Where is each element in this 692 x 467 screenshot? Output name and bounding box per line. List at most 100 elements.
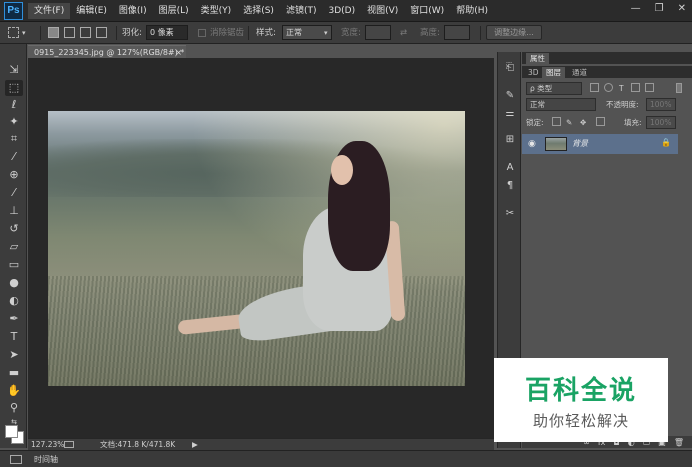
window-controls: — ❐ ✕ [631, 3, 686, 14]
watermark: 百科全说 助你轻松解决 [494, 358, 668, 442]
delete-layer-icon[interactable]: 🗑 [674, 438, 684, 447]
timeline-label[interactable]: 时间轴 [34, 454, 58, 465]
separator [40, 26, 41, 40]
gradient-tool-icon[interactable]: ▭ [5, 257, 23, 273]
brush-tool-icon[interactable]: ⁄ [5, 185, 23, 201]
dodge-tool-icon[interactable]: ◐ [5, 293, 23, 309]
menu-3d[interactable]: 3D(D) [322, 3, 361, 19]
menu-window[interactable]: 窗口(W) [404, 3, 450, 19]
lock-image-icon[interactable]: ✎ [566, 117, 572, 128]
height-input[interactable] [444, 25, 470, 40]
type-tool-icon[interactable]: T [5, 329, 23, 345]
document-photo[interactable] [48, 111, 465, 386]
clone-source-icon[interactable]: ⊞ [502, 132, 518, 148]
pen-tool-icon[interactable]: ✒ [5, 311, 23, 327]
layers-panel-tabs: 3D 图层 通道 [522, 66, 692, 78]
path-selection-tool-icon[interactable]: ➤ [5, 347, 23, 363]
timeline-icon[interactable] [10, 455, 22, 464]
status-menu-arrow-icon[interactable]: ▶ [192, 439, 198, 450]
add-selection-icon[interactable] [64, 27, 75, 38]
layer-name[interactable]: 背景 [572, 138, 588, 149]
feather-input[interactable]: 0 像素 [146, 25, 188, 40]
filter-pixel-icon[interactable] [590, 83, 599, 92]
marquee-preset-icon[interactable] [8, 27, 19, 38]
document-tab[interactable]: 0915_223345.jpg @ 127%(RGB/8#) * × [28, 45, 186, 58]
filter-adjustment-icon[interactable] [604, 83, 613, 92]
canvas-area[interactable] [28, 58, 494, 438]
document-size: 文档:471.8 K/471.8K [100, 440, 176, 449]
timeline-bar: 时间轴 [0, 450, 692, 467]
menu-filter[interactable]: 滤镜(T) [280, 3, 323, 19]
separator [248, 26, 249, 40]
menu-file[interactable]: 文件(F) [28, 3, 71, 19]
intersect-selection-icon[interactable] [96, 27, 107, 38]
foreground-color-swatch[interactable] [5, 425, 18, 438]
visibility-eye-icon[interactable]: ◉ [528, 139, 536, 149]
eyedropper-tool-icon[interactable]: ⁄ [5, 149, 23, 165]
hand-tool-icon[interactable]: ✋ [5, 383, 23, 399]
width-label: 宽度: [341, 28, 361, 38]
tab-properties[interactable]: 属性 [526, 53, 549, 64]
width-input[interactable] [365, 25, 391, 40]
menu-image[interactable]: 图像(I) [113, 3, 153, 19]
blend-mode-select[interactable]: 正常 [526, 98, 596, 111]
marquee-tool-icon[interactable]: ⬚ [5, 80, 23, 96]
lasso-tool-icon[interactable]: ℓ [5, 97, 23, 113]
photo-haze [48, 111, 465, 386]
properties-panel-header: 属性 [522, 52, 692, 64]
fill-label: 填充: [624, 118, 642, 127]
adjustments-icon[interactable]: ⚌ [502, 106, 518, 122]
new-selection-icon[interactable] [48, 27, 59, 38]
filter-type-icon[interactable]: T [619, 83, 624, 94]
close-button[interactable]: ✕ [678, 3, 686, 14]
zoom-level[interactable]: 127.23% [31, 439, 64, 450]
layer-row[interactable]: ◉ 背景 🔒 [522, 134, 678, 154]
lock-transparent-icon[interactable] [552, 117, 561, 126]
tools-panel: ⇲ ⬚ ℓ ✦ ⌗ ⁄ ⊕ ⁄ ⊥ ↺ ▱ ▭ ● ◐ ✒ T ➤ ▬ ✋ ⚲ … [0, 44, 27, 461]
crop-tool-icon[interactable]: ⌗ [5, 131, 23, 147]
opacity-input[interactable]: 100% [646, 98, 676, 111]
paragraph-panel-icon[interactable]: ¶ [502, 178, 518, 194]
subtract-selection-icon[interactable] [80, 27, 91, 38]
restore-button[interactable]: ❐ [655, 3, 664, 14]
status-share-icon[interactable] [64, 441, 74, 448]
antialias-checkbox[interactable] [198, 29, 206, 37]
menu-help[interactable]: 帮助(H) [450, 3, 494, 19]
lock-position-icon[interactable]: ✥ [580, 117, 586, 128]
menu-type[interactable]: 类型(Y) [195, 3, 238, 19]
tab-layers[interactable]: 图层 [542, 67, 565, 78]
blend-opacity-row: 正常 不透明度: 100% [526, 98, 688, 112]
lock-icon: 🔒 [661, 138, 671, 147]
opacity-label: 不透明度: [606, 100, 639, 109]
character-panel-icon[interactable]: A [502, 160, 518, 176]
layer-filter-select[interactable]: ρ 类型 [526, 82, 582, 95]
swap-icon[interactable]: ⇄ [400, 26, 407, 40]
tab-channels[interactable]: 通道 [568, 67, 591, 78]
tool-presets-icon[interactable]: ✂ [502, 206, 518, 222]
lock-all-icon[interactable] [596, 117, 605, 126]
rectangle-tool-icon[interactable]: ▬ [5, 365, 23, 381]
magic-wand-tool-icon[interactable]: ✦ [5, 114, 23, 130]
filter-smart-object-icon[interactable] [645, 83, 654, 92]
blur-tool-icon[interactable]: ● [5, 275, 23, 291]
preset-dropdown-icon[interactable]: ▾ [22, 26, 26, 40]
menu-layer[interactable]: 图层(L) [153, 3, 195, 19]
menu-edit[interactable]: 编辑(E) [70, 3, 113, 19]
history-brush-tool-icon[interactable]: ↺ [5, 221, 23, 237]
refine-edge-button[interactable]: 调整边缘... [486, 25, 542, 40]
minimize-button[interactable]: — [631, 3, 641, 14]
brush-presets-icon[interactable]: ✎ [502, 88, 518, 104]
move-tool-icon[interactable]: ⇲ [5, 62, 23, 78]
tab-3d[interactable]: 3D [524, 67, 543, 78]
menu-bar: Ps 文件(F) 编辑(E) 图像(I) 图层(L) 类型(Y) 选择(S) 滤… [0, 0, 692, 22]
eraser-tool-icon[interactable]: ▱ [5, 239, 23, 255]
fill-input[interactable]: 100% [646, 116, 676, 129]
filter-shape-icon[interactable] [631, 83, 640, 92]
clone-stamp-tool-icon[interactable]: ⊥ [5, 203, 23, 219]
menu-view[interactable]: 视图(V) [361, 3, 404, 19]
filter-toggle-icon[interactable] [676, 83, 682, 93]
healing-brush-tool-icon[interactable]: ⊕ [5, 167, 23, 183]
separator [480, 26, 481, 40]
menu-select[interactable]: 选择(S) [237, 3, 280, 19]
history-panel-icon[interactable]: ⎗ [502, 60, 518, 76]
